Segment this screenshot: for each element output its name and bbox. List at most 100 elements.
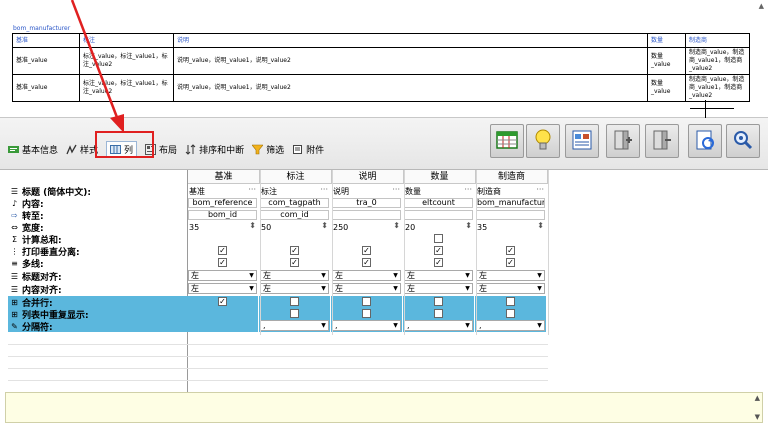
- separator-select[interactable]: , ▼: [260, 320, 329, 331]
- dropdown-arrow-icon[interactable]: ▼: [535, 271, 544, 280]
- vsplit-cell[interactable]: ✓: [259, 245, 331, 257]
- link-cell[interactable]: [475, 209, 547, 221]
- multiline-cell[interactable]: ✓: [259, 257, 331, 269]
- width-value[interactable]: 35: [187, 223, 199, 232]
- link-cell[interactable]: [403, 209, 475, 221]
- separator-cell[interactable]: , ▼: [259, 320, 331, 332]
- tab-filter[interactable]: 筛选: [252, 141, 284, 157]
- content-align-select[interactable]: 左 ▼: [476, 283, 545, 294]
- merge-checkbox[interactable]: [434, 297, 443, 306]
- title-cell[interactable]: 制造商 ···: [475, 185, 547, 197]
- tab-basic-info[interactable]: 基本信息: [8, 141, 58, 157]
- repeat-cell[interactable]: [259, 308, 331, 320]
- content-align-cell[interactable]: 左 ▼: [331, 283, 403, 295]
- multiline-cell[interactable]: ✓: [403, 257, 475, 269]
- content-field[interactable]: tra_0: [332, 198, 401, 208]
- spinner-icon[interactable]: ⬍: [249, 221, 256, 230]
- spinner-icon[interactable]: ⬍: [465, 221, 472, 230]
- vsplit-checkbox[interactable]: ✓: [362, 246, 371, 255]
- dropdown-arrow-icon[interactable]: ▼: [463, 271, 472, 280]
- scroll-up-arrow-icon[interactable]: ▲: [759, 2, 764, 10]
- total-cell[interactable]: [331, 233, 403, 245]
- repeat-checkbox[interactable]: [506, 309, 515, 318]
- multiline-cell[interactable]: ✓: [475, 257, 547, 269]
- separator-cell[interactable]: , ▼: [331, 320, 403, 332]
- repeat-cell[interactable]: [187, 308, 259, 320]
- content-align-cell[interactable]: 左 ▼: [259, 283, 331, 295]
- grid-column-header[interactable]: 数量: [404, 170, 476, 184]
- content-align-select[interactable]: 左 ▼: [260, 283, 329, 294]
- width-cell[interactable]: 35 ⬍: [475, 221, 547, 233]
- separator-select[interactable]: , ▼: [476, 320, 545, 331]
- content-cell[interactable]: bom_reference: [187, 197, 259, 209]
- width-cell[interactable]: 35 ⬍: [187, 221, 259, 233]
- content-cell[interactable]: com_tagpath: [259, 197, 331, 209]
- link-cell[interactable]: bom_id: [187, 209, 259, 221]
- grid-column-header[interactable]: 制造商: [476, 170, 548, 184]
- ellipsis-icon[interactable]: ···: [320, 185, 328, 194]
- refresh-button[interactable]: [688, 124, 722, 158]
- dropdown-arrow-icon[interactable]: ▼: [391, 321, 400, 330]
- separator-cell[interactable]: , ▼: [403, 320, 475, 332]
- title-align-select[interactable]: 左 ▼: [476, 270, 545, 281]
- content-align-cell[interactable]: 左 ▼: [187, 283, 259, 295]
- content-field[interactable]: eltcount: [404, 198, 473, 208]
- ellipsis-icon[interactable]: ···: [392, 185, 400, 194]
- dropdown-arrow-icon[interactable]: ▼: [319, 271, 328, 280]
- vsplit-cell[interactable]: ✓: [187, 245, 259, 257]
- tab-style[interactable]: 样式: [66, 141, 98, 157]
- merge-cell[interactable]: [475, 296, 547, 308]
- link-field[interactable]: [332, 210, 401, 220]
- title-align-cell[interactable]: 左 ▼: [475, 270, 547, 282]
- dropdown-arrow-icon[interactable]: ▼: [247, 284, 256, 293]
- spinner-icon[interactable]: ⬍: [393, 221, 400, 230]
- dropdown-arrow-icon[interactable]: ▼: [319, 284, 328, 293]
- link-field[interactable]: [404, 210, 473, 220]
- multiline-checkbox[interactable]: ✓: [362, 258, 371, 267]
- content-align-select[interactable]: 左 ▼: [332, 283, 401, 294]
- remove-column-button[interactable]: [645, 124, 679, 158]
- width-cell[interactable]: 20 ⬍: [403, 221, 475, 233]
- merge-cell[interactable]: [259, 296, 331, 308]
- link-cell[interactable]: [331, 209, 403, 221]
- ellipsis-icon[interactable]: ···: [536, 185, 544, 194]
- width-value[interactable]: 250: [331, 223, 348, 232]
- multiline-checkbox[interactable]: ✓: [506, 258, 515, 267]
- grid-column-header[interactable]: 基准: [188, 170, 260, 184]
- zoom-button[interactable]: [726, 124, 760, 158]
- grid-column-header[interactable]: 标注: [260, 170, 332, 184]
- content-align-cell[interactable]: 左 ▼: [403, 283, 475, 295]
- title-align-select[interactable]: 左 ▼: [188, 270, 257, 281]
- content-field[interactable]: com_tagpath: [260, 198, 329, 208]
- lightbulb-button[interactable]: [526, 124, 560, 158]
- dropdown-arrow-icon[interactable]: ▼: [463, 284, 472, 293]
- content-field[interactable]: bom_manufacturer: [476, 198, 545, 208]
- total-cell[interactable]: [187, 233, 259, 245]
- dropdown-arrow-icon[interactable]: ▼: [535, 284, 544, 293]
- separator-cell[interactable]: , ▼: [475, 320, 547, 332]
- link-cell[interactable]: com_id: [259, 209, 331, 221]
- content-align-cell[interactable]: 左 ▼: [475, 283, 547, 295]
- repeat-cell[interactable]: [331, 308, 403, 320]
- report-view-button[interactable]: [565, 124, 599, 158]
- width-cell[interactable]: 50 ⬍: [259, 221, 331, 233]
- scroll-down-icon[interactable]: ▼: [755, 413, 760, 421]
- title-cell[interactable]: 标注 ···: [259, 185, 331, 197]
- vsplit-checkbox[interactable]: ✓: [506, 246, 515, 255]
- separator-cell[interactable]: [187, 320, 259, 332]
- merge-cell[interactable]: ✓: [187, 296, 259, 308]
- vsplit-cell[interactable]: ✓: [403, 245, 475, 257]
- merge-checkbox[interactable]: [506, 297, 515, 306]
- title-align-cell[interactable]: 左 ▼: [259, 270, 331, 282]
- link-field[interactable]: com_id: [260, 210, 329, 220]
- title-align-cell[interactable]: 左 ▼: [403, 270, 475, 282]
- spinner-icon[interactable]: ⬍: [537, 221, 544, 230]
- repeat-cell[interactable]: [403, 308, 475, 320]
- vsplit-cell[interactable]: ✓: [475, 245, 547, 257]
- vsplit-checkbox[interactable]: ✓: [218, 246, 227, 255]
- add-column-button[interactable]: [606, 124, 640, 158]
- link-field[interactable]: bom_id: [188, 210, 257, 220]
- title-align-select[interactable]: 左 ▼: [332, 270, 401, 281]
- repeat-checkbox[interactable]: [434, 309, 443, 318]
- multiline-checkbox[interactable]: ✓: [434, 258, 443, 267]
